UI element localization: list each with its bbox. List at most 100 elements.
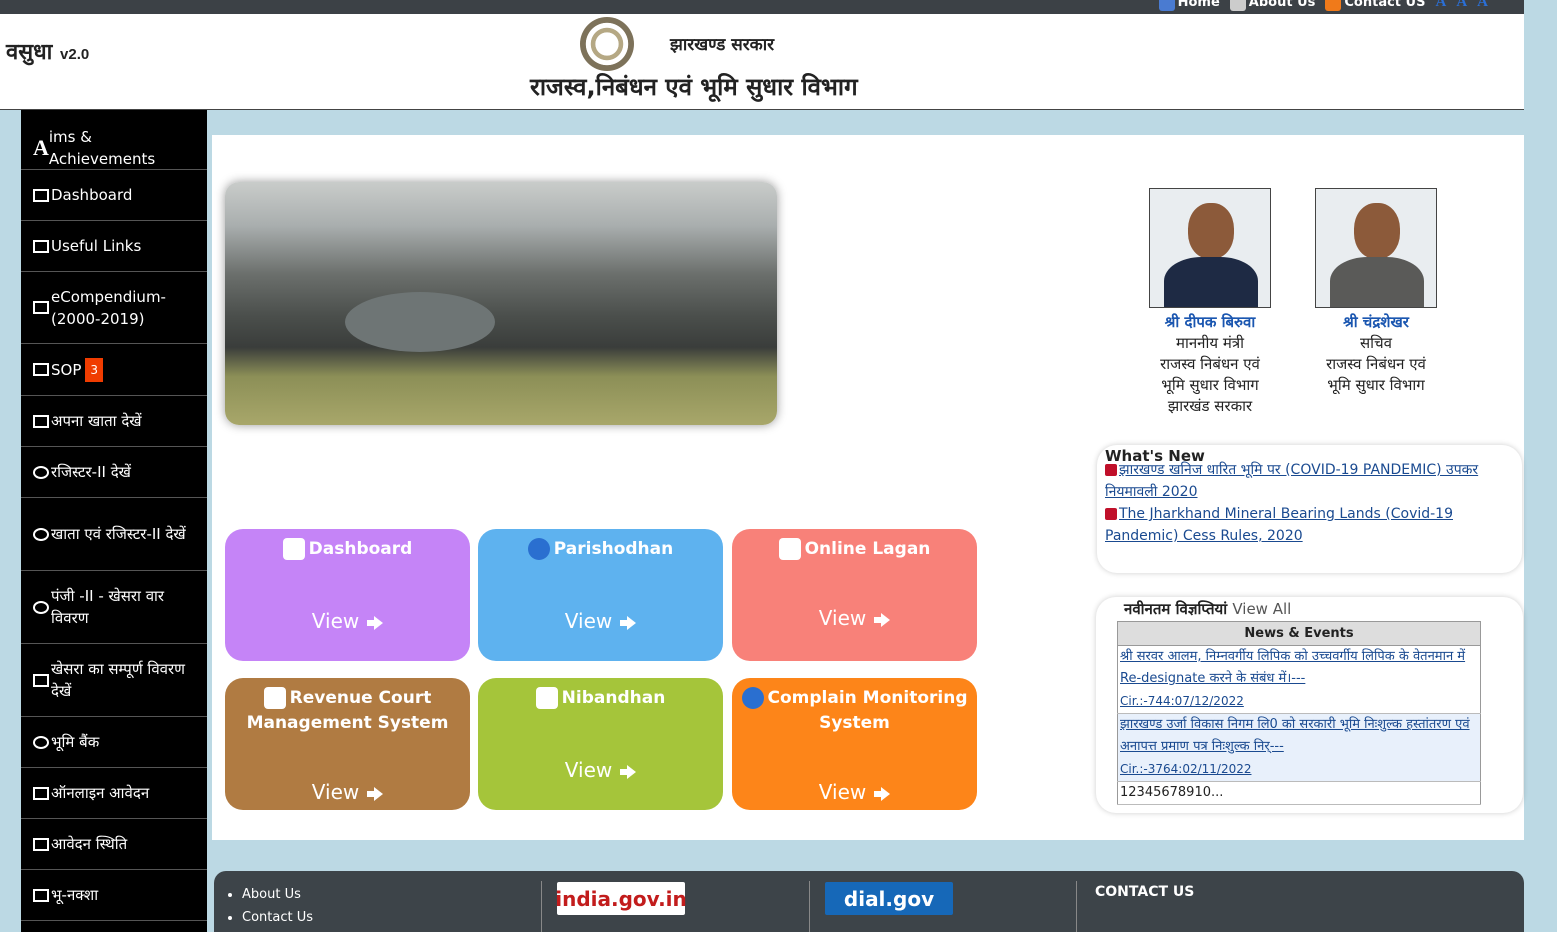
sidebar-item-aavedan-sthiti[interactable]: आवेदन स्थिति	[21, 819, 207, 870]
list-icon	[33, 837, 49, 851]
footer: About Us Contact Us india.gov.in dial.go…	[214, 871, 1524, 932]
sidebar-item-khata-register[interactable]: खाता एवं रजिस्टर-II देखें	[21, 498, 207, 571]
tile-view-link[interactable]: View	[732, 780, 977, 804]
sidebar-item-aims[interactable]: Aims & Achievements	[21, 110, 207, 170]
banner-image	[225, 182, 777, 425]
sidebar-item-ecompendium[interactable]: eCompendium-(2000-2019)	[21, 272, 207, 344]
notification-link[interactable]: श्री सरवर आलम, निम्नवर्गीय लिपिक को उच्च…	[1120, 649, 1465, 686]
eye-icon	[33, 527, 49, 541]
eye-icon	[33, 600, 49, 614]
secretary-photo	[1315, 188, 1437, 308]
list-icon	[33, 673, 49, 687]
dashboard-icon	[282, 538, 305, 560]
whats-new-box: What's New झारखण्ड खनिज धारित भूमि पर (C…	[1097, 445, 1522, 573]
dial-gov-logo[interactable]: dial.gov	[825, 882, 953, 915]
top-links: Home About Us Contact US A A A	[1158, 0, 1488, 11]
table-row: श्री सरवर आलम, निम्नवर्गीय लिपिक को उच्च…	[1117, 645, 1481, 714]
image-icon	[33, 888, 49, 902]
sidebar-item-useful-links[interactable]: Useful Links	[21, 221, 207, 272]
whats-new-item[interactable]: The Jharkhand Mineral Bearing Lands (Cov…	[1105, 503, 1514, 547]
font-decrease-icon[interactable]: A	[1477, 0, 1488, 11]
arrow-bullet-icon	[1105, 464, 1117, 476]
official-secretary: श्री चंद्रशेखर सचिव राजस्व निबंधन एवं भू…	[1291, 188, 1461, 396]
state-emblem-icon	[580, 17, 634, 71]
edit-icon	[33, 786, 49, 800]
sidebar-item-register-2[interactable]: रजिस्टर-II देखें	[21, 447, 207, 498]
site-header: वसुधा v2.0 झारखण्ड सरकार राजस्व,निबंधन ए…	[0, 14, 1524, 110]
document-icon	[527, 538, 550, 560]
eye-icon	[33, 465, 49, 479]
font-normal-icon[interactable]: A	[1456, 0, 1467, 11]
brand-logo[interactable]: वसुधा v2.0	[6, 36, 89, 66]
department-title: राजस्व,निबंधन एवं भूमि सुधार विभाग	[530, 73, 858, 101]
list-icon	[33, 414, 49, 428]
footer-links: About Us Contact Us	[226, 883, 313, 929]
tile-revenue-court[interactable]: Revenue Court Management System View	[225, 678, 470, 810]
footer-contact-title: CONTACT US	[1095, 884, 1195, 900]
arrow-right-icon	[627, 764, 637, 779]
notifications-box: नवीनतम विज्ञप्तियां View All News & Even…	[1096, 597, 1523, 813]
document-icon	[741, 687, 764, 709]
list-icon	[33, 363, 49, 376]
pagination[interactable]: 12345678910...	[1117, 781, 1481, 805]
table-row: झारखण्ड उर्जा विकास निगम लि0 को सरकारी भ…	[1117, 713, 1481, 782]
sidebar: Aims & Achievements Dashboard Useful Lin…	[21, 110, 207, 932]
arrow-bullet-icon	[1105, 508, 1117, 520]
footer-contact-link[interactable]: Contact Us	[242, 910, 313, 925]
arrow-right-icon	[881, 786, 891, 801]
view-all-link[interactable]: View All	[1232, 600, 1291, 618]
sop-count-badge: 3	[85, 357, 104, 382]
sidebar-item-khesra[interactable]: खेसरा का सम्पूर्ण विवरण देखें	[21, 644, 207, 717]
whats-new-item[interactable]: झारखण्ड खनिज धारित भूमि पर (COVID-19 PAN…	[1105, 459, 1514, 503]
tile-complain-monitoring[interactable]: Complain Monitoring System View	[732, 678, 977, 810]
sidebar-item-bhu-naksha[interactable]: भू-नक्शा	[21, 870, 207, 921]
footer-about-link[interactable]: About Us	[242, 887, 301, 902]
top-home-link[interactable]: Home	[1158, 0, 1220, 11]
circular-ref-link[interactable]: Cir.:-744:07/12/2022	[1120, 694, 1244, 708]
sidebar-item-apna-khata[interactable]: अपना खाता देखें	[21, 396, 207, 447]
tile-view-link[interactable]: View	[478, 758, 723, 782]
tile-view-link[interactable]: View	[478, 609, 723, 633]
chart-icon	[33, 301, 49, 314]
news-events-table: News & Events श्री सरवर आलम, निम्नवर्गीय…	[1117, 621, 1481, 805]
users-icon	[1229, 0, 1246, 11]
home-icon	[1158, 0, 1175, 11]
top-bar: Home About Us Contact US A A A	[0, 0, 1524, 14]
tile-view-link[interactable]: View	[732, 606, 977, 630]
tile-parishodhan[interactable]: Parishodhan View	[478, 529, 723, 661]
notification-link[interactable]: झारखण्ड उर्जा विकास निगम लि0 को सरकारी भ…	[1120, 717, 1470, 754]
chart-icon	[33, 239, 49, 253]
minister-photo	[1149, 188, 1271, 308]
tile-nibandhan[interactable]: Nibandhan View	[478, 678, 723, 810]
tile-online-lagan[interactable]: Online Lagan View	[732, 529, 977, 661]
official-minister: श्री दीपक बिरुवा माननीय मंत्री राजस्व नि…	[1125, 188, 1295, 417]
arrow-right-icon	[881, 612, 891, 627]
font-increase-icon[interactable]: A	[1435, 0, 1446, 11]
arrow-right-icon	[374, 615, 384, 630]
sidebar-item-online-aavedan[interactable]: ऑनलाइन आवेदन	[21, 768, 207, 819]
tile-view-link[interactable]: View	[225, 780, 470, 804]
arrow-right-icon	[627, 615, 637, 630]
rent-icon	[778, 538, 801, 560]
table-header: News & Events	[1117, 621, 1481, 646]
top-contact-link[interactable]: Contact US	[1325, 0, 1425, 11]
phone-icon	[1325, 0, 1342, 11]
tile-view-link[interactable]: View	[225, 609, 470, 633]
eye-icon	[33, 735, 49, 749]
arrow-right-icon	[374, 786, 384, 801]
tile-dashboard[interactable]: Dashboard View	[225, 529, 470, 661]
official-name[interactable]: श्री दीपक बिरुवा	[1125, 312, 1295, 333]
gov-name: झारखण्ड सरकार	[670, 35, 775, 55]
india-gov-logo[interactable]: india.gov.in	[555, 882, 687, 915]
gavel-icon	[263, 687, 286, 709]
top-about-link[interactable]: About Us	[1229, 0, 1315, 11]
book-icon	[535, 687, 558, 709]
sidebar-item-sop[interactable]: SOP 3	[21, 344, 207, 396]
chart-icon	[33, 188, 49, 202]
circular-ref-link[interactable]: Cir.:-3764:02/11/2022	[1120, 762, 1251, 776]
sidebar-item-panji-2[interactable]: पंजी -II - खेसरा वार विवरण	[21, 571, 207, 644]
official-name[interactable]: श्री चंद्रशेखर	[1291, 312, 1461, 333]
sidebar-item-dashboard[interactable]: Dashboard	[21, 170, 207, 221]
notifications-title: नवीनतम विज्ञप्तियां	[1124, 600, 1228, 618]
sidebar-item-bhoomi-bank[interactable]: भूमि बैंक	[21, 717, 207, 768]
